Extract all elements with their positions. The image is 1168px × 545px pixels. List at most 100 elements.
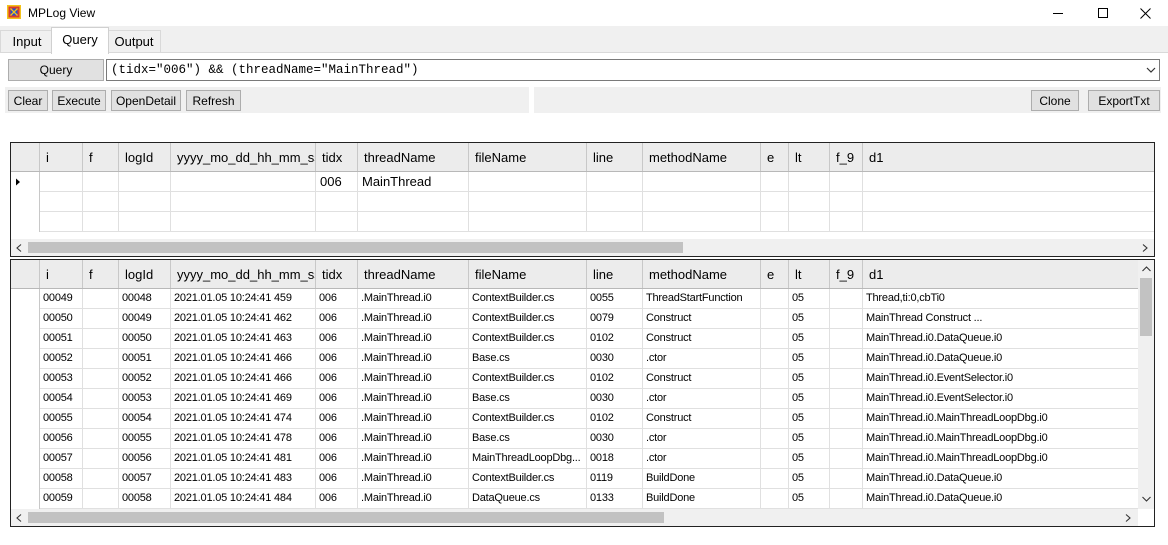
cell-i[interactable]: 00057 (40, 449, 83, 469)
row-header[interactable] (11, 369, 40, 389)
result-grid-vscrollbar[interactable] (1138, 260, 1154, 509)
cell-d1[interactable]: Thread,ti:0,cbTi0 (863, 289, 1154, 309)
cell-f-9[interactable] (830, 489, 863, 509)
cell-log-id[interactable]: 00053 (119, 389, 171, 409)
cell-method-name[interactable]: .ctor (643, 429, 761, 449)
cell-log-id[interactable]: 00057 (119, 469, 171, 489)
cell-d1[interactable]: MainThread Construct ... (863, 309, 1154, 329)
cell-d1[interactable] (863, 172, 1154, 192)
row-header[interactable] (11, 469, 40, 489)
cell-timestamp[interactable]: 2021.01.05 10:24:41 478 (171, 429, 316, 449)
cell-d1[interactable]: MainThread.i0.DataQueue.i0 (863, 329, 1154, 349)
cell-tidx[interactable]: 006 (316, 309, 358, 329)
query-input[interactable]: (tidx="006") && (threadName="MainThread"… (106, 59, 1160, 81)
cell-file-name[interactable]: ContextBuilder.cs (469, 329, 587, 349)
row-header[interactable] (11, 389, 40, 409)
result-table-row[interactable]: 00050 00049 2021.01.05 10:24:41 462 006 .Mai… (11, 309, 1138, 329)
cell-f-9[interactable] (830, 172, 863, 192)
result-grid[interactable]: i f logId yyyy_mo_dd_hh_mm_ss tidx threadName… (10, 259, 1155, 527)
cell-f[interactable] (83, 192, 119, 212)
cell-tidx[interactable]: 006 (316, 329, 358, 349)
cell-i[interactable] (40, 192, 83, 212)
cell-e[interactable] (761, 309, 789, 329)
column-header-d1[interactable]: d1 (863, 260, 1154, 288)
cell-timestamp[interactable]: 2021.01.05 10:24:41 466 (171, 349, 316, 369)
cell-lt[interactable]: 05 (789, 369, 830, 389)
cell-log-id[interactable]: 00058 (119, 489, 171, 509)
column-header-log-id[interactable]: logId (119, 260, 171, 288)
cell-line[interactable] (587, 172, 643, 192)
cell-file-name[interactable] (469, 192, 587, 212)
chevron-down-icon[interactable] (1145, 63, 1157, 77)
cell-f-9[interactable] (830, 192, 863, 212)
cell-line[interactable]: 0102 (587, 369, 643, 389)
column-header-tidx[interactable]: tidx (316, 143, 358, 171)
cell-d1[interactable]: MainThread.i0.DataQueue.i0 (863, 469, 1154, 489)
cell-f-9[interactable] (830, 212, 863, 232)
row-header[interactable] (11, 172, 40, 192)
cell-method-name[interactable] (643, 172, 761, 192)
cell-f-9[interactable] (830, 289, 863, 309)
cell-thread-name[interactable] (358, 212, 469, 232)
cell-f-9[interactable] (830, 329, 863, 349)
result-table-row[interactable]: 00049 00048 2021.01.05 10:24:41 459 006 .Mai… (11, 289, 1138, 309)
maximize-button[interactable] (1080, 0, 1126, 26)
cell-i[interactable]: 00055 (40, 409, 83, 429)
cell-thread-name[interactable]: MainThread (358, 172, 469, 192)
row-header[interactable] (11, 309, 40, 329)
cell-tidx[interactable]: 006 (316, 289, 358, 309)
cell-tidx[interactable]: 006 (316, 429, 358, 449)
cell-d1[interactable] (863, 192, 1154, 212)
row-header[interactable] (11, 329, 40, 349)
column-header-i[interactable]: i (40, 260, 83, 288)
cell-line[interactable] (587, 212, 643, 232)
query-button[interactable]: Query (8, 59, 104, 81)
cell-line[interactable]: 0079 (587, 309, 643, 329)
scroll-down-icon[interactable] (1139, 492, 1153, 506)
refresh-button[interactable]: Refresh (186, 90, 241, 111)
minimize-button[interactable] (1035, 0, 1081, 26)
cell-f[interactable] (83, 389, 119, 409)
cell-method-name[interactable]: .ctor (643, 389, 761, 409)
cell-log-id[interactable]: 00056 (119, 449, 171, 469)
cell-tidx[interactable]: 006 (316, 469, 358, 489)
cell-i[interactable]: 00051 (40, 329, 83, 349)
result-table-row[interactable]: 00057 00056 2021.01.05 10:24:41 481 006 .Mai… (11, 449, 1138, 469)
cell-lt[interactable]: 05 (789, 349, 830, 369)
result-table-row[interactable]: 00056 00055 2021.01.05 10:24:41 478 006 .Mai… (11, 429, 1138, 449)
cell-log-id[interactable] (119, 212, 171, 232)
cell-file-name[interactable]: ContextBuilder.cs (469, 369, 587, 389)
criteria-table-row[interactable] (11, 212, 1154, 232)
criteria-grid[interactable]: i f logId yyyy_mo_dd_hh_mm_ss tidx threadName… (10, 142, 1155, 257)
column-header-f-9[interactable]: f_9 (830, 260, 863, 288)
cell-thread-name[interactable]: .MainThread.i0 (358, 329, 469, 349)
cell-line[interactable]: 0119 (587, 469, 643, 489)
column-header-e[interactable]: e (761, 143, 789, 171)
cell-f[interactable] (83, 369, 119, 389)
column-header-lt[interactable]: lt (789, 143, 830, 171)
scroll-right-icon[interactable] (1138, 241, 1152, 255)
column-header-tidx[interactable]: tidx (316, 260, 358, 288)
column-header-e[interactable]: e (761, 260, 789, 288)
cell-thread-name[interactable] (358, 192, 469, 212)
result-table-row[interactable]: 00054 00053 2021.01.05 10:24:41 469 006 .Mai… (11, 389, 1138, 409)
cell-method-name[interactable]: Construct (643, 309, 761, 329)
cell-lt[interactable]: 05 (789, 389, 830, 409)
cell-f-9[interactable] (830, 409, 863, 429)
column-header-file-name[interactable]: fileName (469, 260, 587, 288)
tab-output[interactable]: Output (107, 30, 161, 53)
cell-file-name[interactable]: ContextBuilder.cs (469, 409, 587, 429)
cell-log-id[interactable] (119, 172, 171, 192)
result-grid-hscrollbar[interactable] (11, 509, 1138, 526)
cell-d1[interactable]: MainThread.i0.MainThreadLoopDbg.i0 (863, 429, 1154, 449)
cell-lt[interactable]: 05 (789, 289, 830, 309)
column-header-f-9[interactable]: f_9 (830, 143, 863, 171)
cell-f[interactable] (83, 172, 119, 192)
cell-e[interactable] (761, 212, 789, 232)
cell-lt[interactable] (789, 212, 830, 232)
column-header-lt[interactable]: lt (789, 260, 830, 288)
cell-file-name[interactable]: DataQueue.cs (469, 489, 587, 509)
result-table-row[interactable]: 00051 00050 2021.01.05 10:24:41 463 006 .Mai… (11, 329, 1138, 349)
cell-method-name[interactable]: Construct (643, 369, 761, 389)
cell-f-9[interactable] (830, 449, 863, 469)
